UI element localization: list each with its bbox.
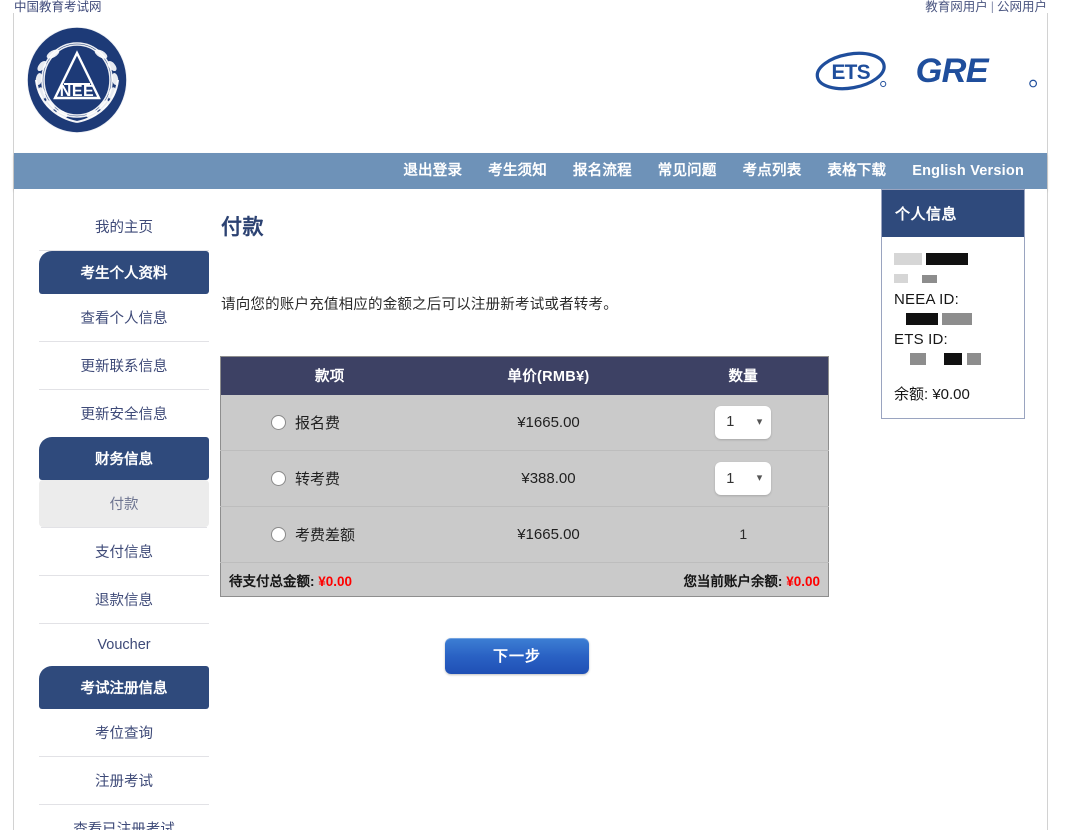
masthead: NEE ETS GRE bbox=[14, 13, 1047, 153]
public-network-user-link[interactable]: 公网用户 bbox=[997, 0, 1047, 14]
neea-logo-icon[interactable]: NEE bbox=[23, 26, 131, 134]
column-header-item: 款项 bbox=[220, 356, 439, 395]
personal-info-panel: 个人信息 NEEA ID: ETS ID: 余额: ¥0.00 bbox=[881, 189, 1025, 419]
nav-item-candidate-notice[interactable]: 考生须知 bbox=[475, 153, 560, 189]
radio-fee-difference[interactable] bbox=[271, 527, 286, 542]
sidebar-item-view-personal-info[interactable]: 查看个人信息 bbox=[39, 294, 209, 342]
next-step-button[interactable]: 下一步 bbox=[445, 638, 589, 674]
sidebar-header-exam-registration[interactable]: 考试注册信息 bbox=[39, 666, 209, 709]
sidebar-menu: 我的主页 考生个人资料 查看个人信息 更新联系信息 更新安全信息 财务信息 付款… bbox=[39, 203, 209, 830]
svg-text:NEE: NEE bbox=[60, 83, 94, 100]
sidebar-item-payment-info[interactable]: 支付信息 bbox=[39, 528, 209, 576]
page-title: 付款 bbox=[221, 216, 264, 239]
svg-text:ETS: ETS bbox=[831, 61, 870, 84]
account-balance-cell: 您当前账户余额: ¥0.00 bbox=[658, 562, 829, 597]
sidebar-item-update-contact[interactable]: 更新联系信息 bbox=[39, 342, 209, 390]
table-row: 转考费 ¥388.00 1 ▾ bbox=[220, 450, 829, 507]
row-quantity-transfer-fee: 1 ▾ bbox=[658, 450, 829, 507]
neea-id-label: NEEA ID: bbox=[894, 291, 959, 308]
page-shell: NEE ETS GRE 退出登录 考生须知 报名流程 常见问题 考点列表 表格下… bbox=[13, 13, 1048, 830]
ets-id-label: ETS ID: bbox=[894, 331, 948, 348]
redacted-block bbox=[910, 352, 926, 365]
link-separator: | bbox=[990, 0, 994, 14]
total-due-label: 待支付总金额: bbox=[229, 573, 315, 589]
total-due-value: ¥0.00 bbox=[318, 573, 353, 589]
redacted-block bbox=[926, 252, 969, 265]
column-header-price: 单价(RMB¥) bbox=[438, 356, 659, 395]
quantity-value: 1 bbox=[726, 470, 735, 487]
redacted-block bbox=[944, 352, 963, 365]
redacted-block bbox=[966, 352, 981, 365]
row-item-fee-difference: 考费差额 bbox=[220, 506, 439, 563]
account-balance-value: ¥0.00 bbox=[786, 573, 820, 589]
sidebar-header-personal-profile[interactable]: 考生个人资料 bbox=[39, 251, 209, 294]
redacted-ets-id-row bbox=[894, 351, 1012, 367]
quantity-select-transfer-fee[interactable]: 1 ▾ bbox=[715, 462, 772, 495]
nav-item-english-version[interactable]: English Version bbox=[899, 153, 1037, 189]
row-item-registration-fee: 报名费 bbox=[220, 394, 439, 451]
row-item-label: 转考费 bbox=[295, 471, 341, 488]
sidebar-item-my-homepage[interactable]: 我的主页 bbox=[39, 203, 209, 251]
edu-network-user-link[interactable]: 教育网用户 bbox=[925, 0, 988, 14]
redacted-block bbox=[894, 274, 908, 284]
radio-transfer-fee[interactable] bbox=[271, 471, 286, 486]
chevron-down-icon: ▾ bbox=[756, 415, 763, 428]
radio-registration-fee[interactable] bbox=[271, 414, 286, 430]
main-navigation: 退出登录 考生须知 报名流程 常见问题 考点列表 表格下载 English Ve… bbox=[14, 153, 1047, 189]
personal-info-title: 个人信息 bbox=[882, 190, 1024, 237]
main-content: 付款 请向您的账户充值相应的金额之后可以注册新考试或者转考。 款项 单价(RMB… bbox=[206, 203, 856, 674]
account-balance-label: 您当前账户余额: bbox=[683, 573, 783, 589]
sidebar-item-payment[interactable]: 付款 bbox=[39, 480, 209, 527]
sidebar-item-update-security[interactable]: 更新安全信息 bbox=[39, 390, 209, 437]
nav-item-faq[interactable]: 常见问题 bbox=[645, 153, 730, 189]
row-item-transfer-fee: 转考费 bbox=[220, 450, 439, 507]
row-price-fee-difference: ¥1665.00 bbox=[438, 506, 659, 563]
quantity-select-registration-fee[interactable]: 1 ▾ bbox=[715, 405, 772, 439]
page-root: 中国教育考试网 教育网用户 | 公网用户 NEE ETS GRE 退出登录 考生… bbox=[0, 0, 1080, 830]
sidebar-item-register-exam[interactable]: 注册考试 bbox=[39, 757, 209, 805]
redacted-subname-row bbox=[894, 271, 1012, 287]
table-row: 报名费 ¥1665.00 1 ▾ bbox=[220, 394, 829, 451]
account-balance-label: 余额: ¥0.00 bbox=[894, 386, 970, 403]
personal-info-body: NEEA ID: ETS ID: 余额: ¥0.00 bbox=[882, 237, 1024, 418]
nav-item-test-center-list[interactable]: 考点列表 bbox=[730, 153, 815, 189]
sidebar-item-refund-info[interactable]: 退款信息 bbox=[39, 576, 209, 624]
column-header-quantity: 数量 bbox=[658, 356, 829, 395]
sidebar-item-view-registered-exams[interactable]: 查看已注册考试 bbox=[39, 805, 209, 830]
redacted-block bbox=[922, 274, 938, 283]
redacted-block bbox=[894, 252, 922, 265]
table-footer-row: 待支付总金额: ¥0.00 您当前账户余额: ¥0.00 bbox=[220, 562, 829, 597]
row-item-label: 报名费 bbox=[295, 414, 341, 432]
chevron-down-icon: ▾ bbox=[756, 472, 763, 484]
row-price-registration-fee: ¥1665.00 bbox=[438, 394, 659, 451]
payment-table: 款项 单价(RMB¥) 数量 报名费 ¥1665.00 1 ▾ 转考费 ¥388… bbox=[220, 356, 829, 597]
nav-item-form-download[interactable]: 表格下载 bbox=[814, 153, 899, 189]
nav-item-registration-process[interactable]: 报名流程 bbox=[560, 153, 645, 189]
row-quantity-fee-difference: 1 bbox=[658, 506, 829, 563]
row-item-label: 考费差额 bbox=[295, 527, 356, 544]
next-button-container: 下一步 bbox=[206, 638, 828, 674]
ets-logo-icon: ETS bbox=[813, 45, 891, 97]
total-due-cell: 待支付总金额: ¥0.00 bbox=[220, 562, 659, 597]
redacted-block bbox=[942, 312, 973, 325]
svg-text:GRE: GRE bbox=[916, 52, 990, 90]
body-area: 我的主页 考生个人资料 查看个人信息 更新联系信息 更新安全信息 财务信息 付款… bbox=[14, 189, 1047, 830]
row-price-transfer-fee: ¥388.00 bbox=[438, 450, 659, 507]
quantity-value: 1 bbox=[739, 526, 748, 542]
gre-logo-icon: GRE bbox=[913, 45, 1045, 97]
brand-logos: ETS GRE bbox=[813, 45, 1045, 97]
row-quantity-registration-fee: 1 ▾ bbox=[658, 394, 829, 451]
sidebar-item-seat-inquiry[interactable]: 考位查询 bbox=[39, 709, 209, 757]
redacted-neea-id-row bbox=[894, 311, 1012, 327]
redacted-block bbox=[906, 312, 938, 325]
intro-text: 请向您的账户充值相应的金额之后可以注册新考试或者转考。 bbox=[221, 297, 618, 313]
sidebar-header-financial-info[interactable]: 财务信息 bbox=[39, 437, 209, 480]
sidebar-item-voucher[interactable]: Voucher bbox=[39, 624, 209, 666]
table-header-row: 款项 单价(RMB¥) 数量 bbox=[220, 356, 829, 395]
nav-item-logout[interactable]: 退出登录 bbox=[390, 153, 475, 189]
quantity-value: 1 bbox=[726, 414, 735, 431]
redacted-name-row bbox=[894, 251, 1012, 267]
table-row: 考费差额 ¥1665.00 1 bbox=[220, 506, 829, 563]
